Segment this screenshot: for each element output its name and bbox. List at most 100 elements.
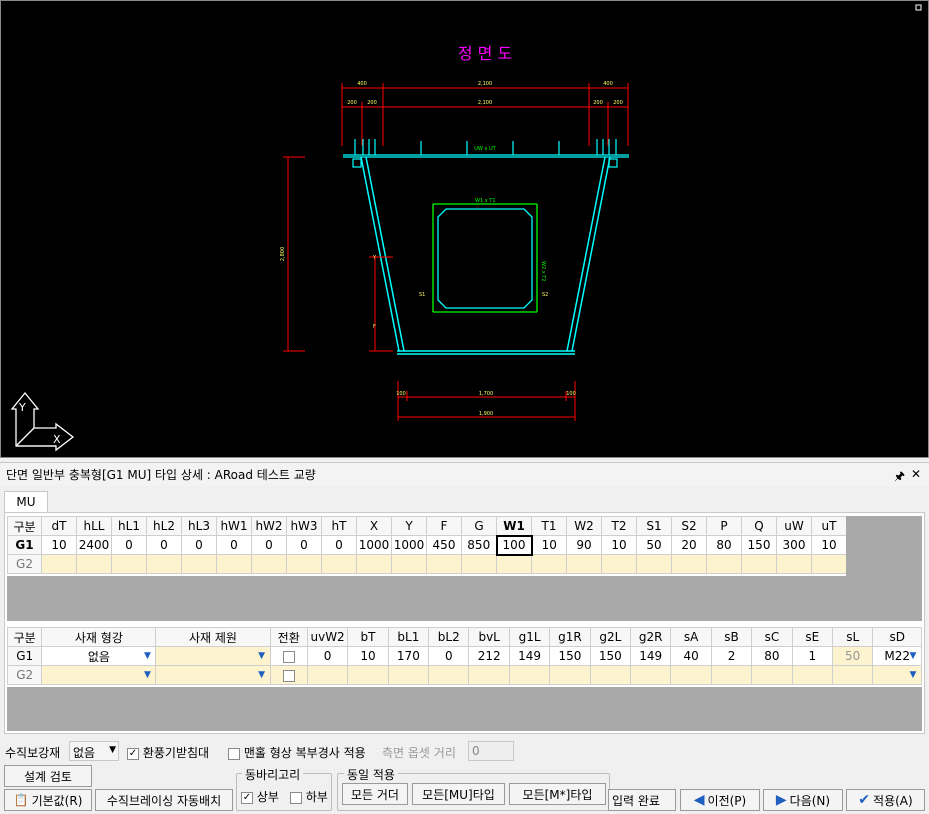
grid-cell[interactable]: 40 <box>670 646 712 666</box>
column-header[interactable]: bT <box>347 627 389 647</box>
grid-cell[interactable] <box>630 665 672 685</box>
manhole-checkbox[interactable] <box>228 747 240 760</box>
row-header[interactable]: G2 <box>7 554 42 574</box>
grid-cell[interactable] <box>181 554 217 574</box>
grid-cell[interactable]: 10 <box>531 535 567 555</box>
chevron-down-icon[interactable]: ▼ <box>140 667 154 683</box>
column-header[interactable]: bvL <box>468 627 510 647</box>
grid-cell[interactable] <box>670 665 712 685</box>
column-header[interactable]: 사재 제원 <box>155 627 271 647</box>
grid-cell[interactable] <box>356 554 392 574</box>
grid-cell[interactable]: 0 <box>428 646 470 666</box>
grid-cell[interactable]: 150 <box>549 646 591 666</box>
sd-dropdown[interactable]: ▼ <box>872 665 922 685</box>
member-shape-dropdown[interactable]: ▼ <box>41 665 157 685</box>
column-header[interactable]: g2L <box>589 627 632 647</box>
grid-cell[interactable]: 170 <box>387 646 430 666</box>
column-header[interactable]: W2 <box>566 516 602 536</box>
column-header[interactable]: hW1 <box>216 516 252 536</box>
chevron-down-icon[interactable]: ▼ <box>140 648 154 664</box>
grid-cell[interactable]: 2 <box>710 646 753 666</box>
grid-cell[interactable] <box>508 665 551 685</box>
grid-cell[interactable]: 1 <box>791 646 833 666</box>
grid-cell[interactable] <box>589 665 632 685</box>
column-header[interactable]: sD <box>872 627 922 647</box>
grid-cell[interactable]: 0 <box>216 535 252 555</box>
column-header[interactable]: hW3 <box>286 516 322 536</box>
grid-cell[interactable]: 450 <box>426 535 462 555</box>
side-offset-input[interactable]: 0 <box>468 741 514 761</box>
grid-cell[interactable] <box>391 554 427 574</box>
convert-checkbox[interactable] <box>282 650 295 663</box>
grid-cell[interactable]: 10 <box>41 535 77 555</box>
column-header[interactable]: sB <box>710 627 753 647</box>
grid-cell[interactable] <box>461 554 497 574</box>
grid-cell[interactable] <box>76 554 112 574</box>
grid-cell[interactable] <box>601 554 637 574</box>
design-review-button[interactable]: 설계 검토 <box>4 765 92 787</box>
column-header[interactable]: 전환 <box>269 627 308 647</box>
column-header[interactable]: S2 <box>671 516 707 536</box>
drawing-canvas[interactable]: 정 면 도 400 2,100 400 200 200 2,100 200 20… <box>0 0 929 458</box>
grid-cell[interactable]: 10 <box>347 646 389 666</box>
grid-cell[interactable]: 80 <box>751 646 793 666</box>
grid-cell[interactable]: 2400 <box>76 535 112 555</box>
grid-cell[interactable] <box>811 554 847 574</box>
grid-cell[interactable] <box>387 665 430 685</box>
grid-cell[interactable]: 150 <box>741 535 777 555</box>
chevron-down-icon[interactable]: ▼ <box>906 667 920 683</box>
grid-cell[interactable] <box>831 665 874 685</box>
resize-handle[interactable] <box>915 4 922 11</box>
grid-cell[interactable] <box>549 665 591 685</box>
all-mu-type-button[interactable]: 모든[MU]타입 <box>412 783 505 805</box>
grid-cell[interactable]: 1000 <box>391 535 427 555</box>
grid-cell[interactable] <box>321 554 357 574</box>
column-header[interactable]: sA <box>670 627 712 647</box>
grid-cell[interactable] <box>566 554 602 574</box>
column-header[interactable]: hL1 <box>111 516 147 536</box>
grid-cell[interactable] <box>269 646 308 666</box>
grid-cell[interactable]: 0 <box>181 535 217 555</box>
grid-cell[interactable]: 10 <box>811 535 847 555</box>
grid-cell[interactable] <box>41 554 77 574</box>
row-header[interactable]: 구분 <box>7 516 42 536</box>
grid-cell[interactable] <box>496 554 532 574</box>
grid-cell[interactable] <box>776 554 812 574</box>
grid-cell[interactable]: 100 <box>495 534 533 556</box>
grid-cell[interactable] <box>636 554 672 574</box>
row-header[interactable]: G2 <box>6 665 43 685</box>
grid-cell[interactable] <box>216 554 252 574</box>
sd-dropdown[interactable]: M22 ▼ <box>872 646 922 666</box>
column-header[interactable]: g2R <box>630 627 672 647</box>
member-shape-dropdown[interactable]: 없음 ▼ <box>41 646 157 666</box>
lower-option[interactable]: 하부 <box>290 788 328 805</box>
column-header[interactable]: P <box>706 516 742 536</box>
column-header[interactable]: T2 <box>601 516 637 536</box>
column-header[interactable]: dT <box>41 516 77 536</box>
column-header[interactable]: g1R <box>549 627 591 647</box>
column-header[interactable]: sC <box>751 627 793 647</box>
grid-cell[interactable] <box>269 665 308 685</box>
pin-icon[interactable]: 🖈 <box>894 467 905 488</box>
column-header[interactable]: S1 <box>636 516 672 536</box>
input-done-button[interactable]: 입력 완료 <box>608 789 676 811</box>
grid-cell[interactable]: 300 <box>776 535 812 555</box>
chevron-down-icon[interactable]: ▼ <box>255 648 269 664</box>
upper-option[interactable]: ✓ 상부 <box>241 788 279 805</box>
all-girder-button[interactable]: 모든 거더 <box>342 783 408 805</box>
convert-checkbox[interactable] <box>282 669 295 682</box>
column-header[interactable]: bL1 <box>387 627 430 647</box>
grid-cell[interactable]: 0 <box>251 535 287 555</box>
column-header[interactable]: hL3 <box>181 516 217 536</box>
column-header[interactable]: 사재 형강 <box>41 627 157 647</box>
grid-cell[interactable] <box>791 665 833 685</box>
column-header[interactable]: Q <box>741 516 777 536</box>
grid-cell[interactable]: 0 <box>146 535 182 555</box>
column-header[interactable]: F <box>426 516 462 536</box>
grid-cell[interactable]: 0 <box>286 535 322 555</box>
grid-cell[interactable] <box>741 554 777 574</box>
column-header[interactable]: hLL <box>76 516 112 536</box>
grid-cell[interactable] <box>146 554 182 574</box>
grid-cell[interactable] <box>347 665 389 685</box>
column-header[interactable]: uW <box>776 516 812 536</box>
